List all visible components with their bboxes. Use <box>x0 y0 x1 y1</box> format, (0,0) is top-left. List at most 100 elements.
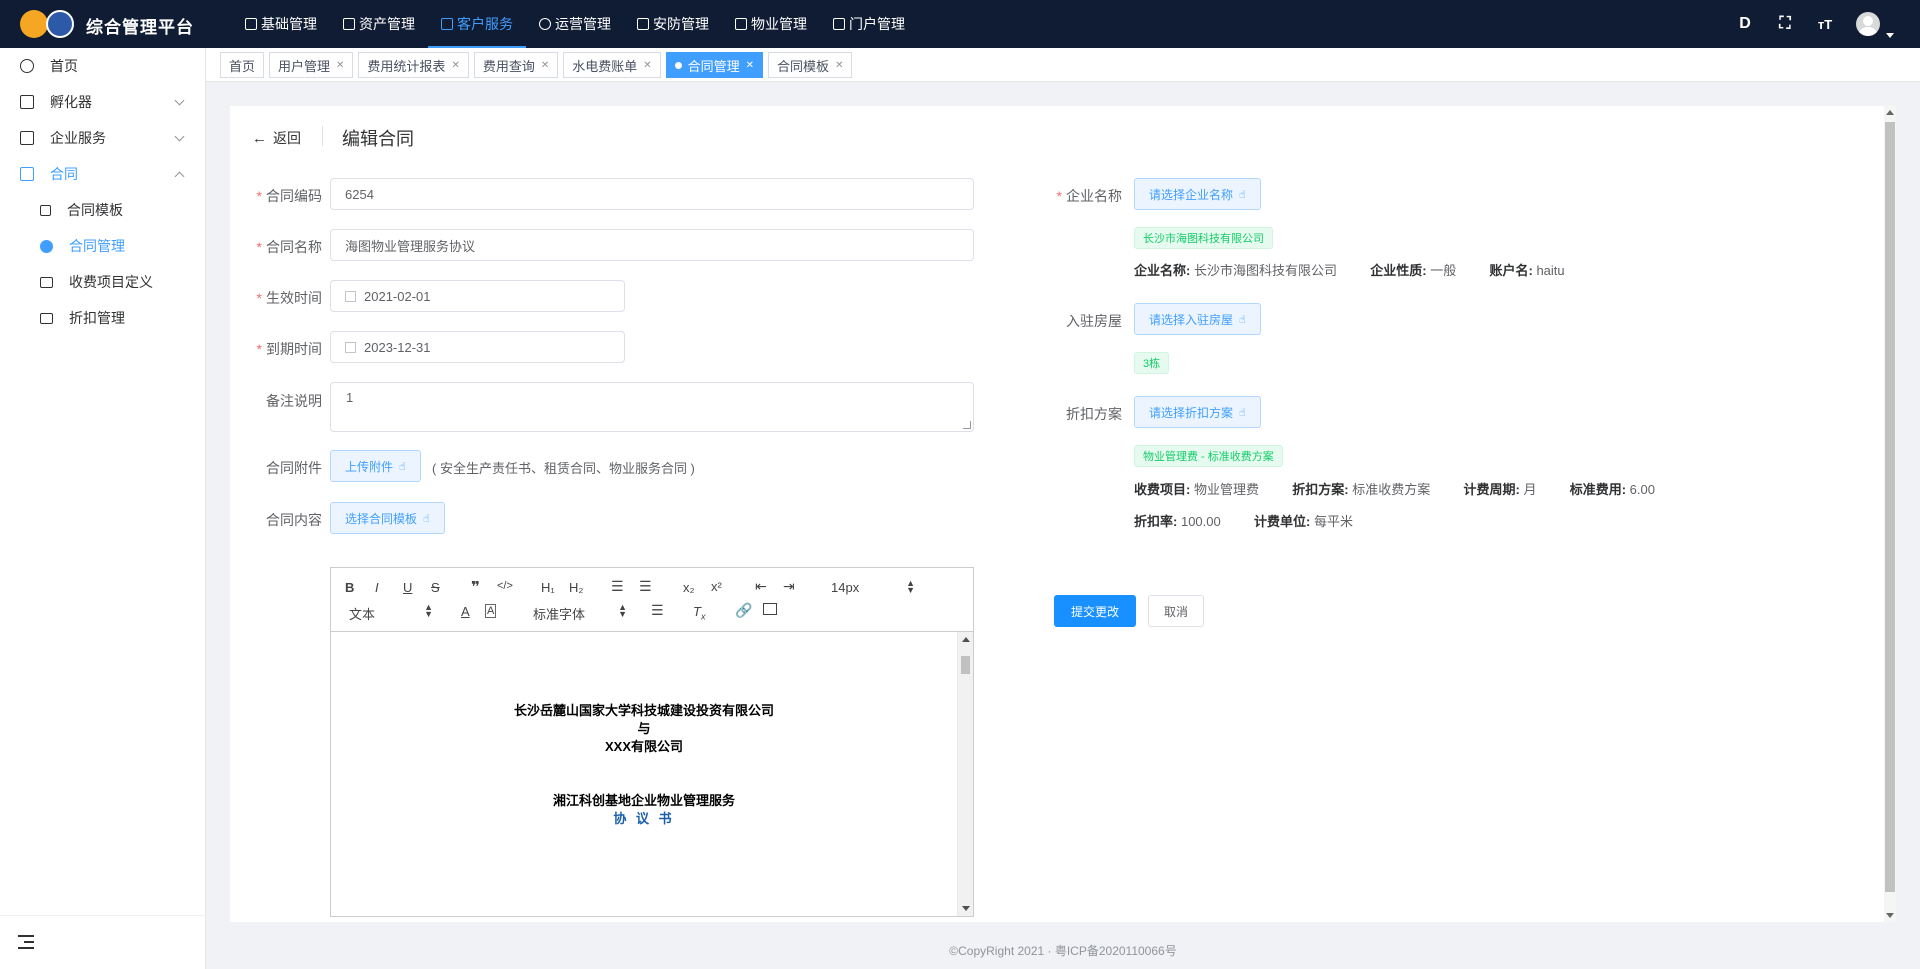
tag-user-manage[interactable]: 用户管理 ✕ <box>269 52 354 78</box>
database-icon <box>441 18 453 30</box>
close-icon[interactable]: ✕ <box>336 60 344 71</box>
editor-scrollbar[interactable] <box>957 632 973 916</box>
select-template-button[interactable]: 选择合同模板 ☝ <box>330 502 445 534</box>
arrow-left-icon: ← <box>252 129 267 147</box>
calendar-icon <box>345 341 356 353</box>
start-label: * 生效时间 <box>256 290 322 306</box>
nav-assets[interactable]: 资产管理 <box>330 0 428 48</box>
italic-icon[interactable]: I <box>375 580 379 595</box>
monitor-icon <box>40 276 53 288</box>
select-room-button[interactable]: 请选择入驻房屋 ☝ <box>1134 303 1261 335</box>
sidebar-item-fee-items[interactable]: 收费项目定义 <box>0 264 205 300</box>
nav-customer-service[interactable]: 客户服务 <box>428 0 526 48</box>
indent-icon[interactable]: ⇥ <box>783 578 795 595</box>
underline-icon[interactable]: U <box>403 580 412 595</box>
heading1-icon[interactable]: H₁ <box>541 580 555 595</box>
page-scrollbar[interactable] <box>1884 106 1896 922</box>
scroll-up-icon[interactable] <box>1886 110 1894 115</box>
contract-name-input[interactable]: 海图物业管理服务协议 <box>330 229 974 261</box>
editor-content[interactable]: 长沙岳麓山国家大学科技城建设投资有限公司 与 XXX有限公司 湘江科创基地企业物… <box>331 632 957 916</box>
bullet-list-icon[interactable]: ☰ <box>639 578 652 595</box>
scroll-thumb[interactable] <box>961 656 970 674</box>
resize-handle[interactable] <box>963 421 971 429</box>
hand-icon: ☝ <box>423 512 430 525</box>
tag-contract-template[interactable]: 合同模板 ✕ <box>768 52 853 78</box>
tag-fee-query[interactable]: 费用查询 ✕ <box>473 52 559 78</box>
close-icon[interactable]: ✕ <box>451 60 459 71</box>
close-icon[interactable]: ✕ <box>746 60 754 71</box>
sidebar-item-home[interactable]: 首页 <box>0 48 205 84</box>
tag-utility-bill[interactable]: 水电费账单 ✕ <box>563 52 661 78</box>
database-icon <box>20 95 34 109</box>
subscript-icon[interactable]: x₂ <box>683 580 695 595</box>
hand-icon: ☝ <box>1239 313 1246 326</box>
contract-code-input[interactable]: 6254 <box>330 178 974 210</box>
quote-icon[interactable]: ❞ <box>471 578 480 596</box>
doc-agreement-title: 协 议 书 <box>613 811 675 826</box>
discount-info-1: 收费项目: 物业管理费 折扣方案: 标准收费方案 计费周期: 月 标准费用: 6… <box>1134 482 1655 497</box>
select-discount-button[interactable]: 请选择折扣方案 ☝ <box>1134 396 1261 428</box>
nav-portal[interactable]: 门户管理 <box>820 0 918 48</box>
menu-fold-icon[interactable] <box>18 935 34 949</box>
link-icon[interactable]: 🔗 <box>735 602 752 619</box>
outdent-icon[interactable]: ⇤ <box>755 578 767 595</box>
top-nav: 基础管理 资产管理 客户服务 运营管理 安防管理 物业管理 门户管理 <box>232 0 918 48</box>
scroll-up-icon[interactable] <box>962 637 970 642</box>
top-header: 综合管理平台 基础管理 资产管理 客户服务 运营管理 安防管理 物业管理 门户管… <box>0 0 1920 48</box>
font-size-icon[interactable]: ᴛT <box>1816 17 1834 32</box>
active-dot <box>674 61 682 69</box>
select-company-button[interactable]: 请选择企业名称 ☝ <box>1134 178 1261 210</box>
code-icon[interactable]: </> <box>497 580 513 592</box>
logo <box>20 10 74 38</box>
bold-icon[interactable]: B <box>345 580 354 595</box>
back-button[interactable]: ← 返回 <box>252 128 301 148</box>
tag-fee-report[interactable]: 费用统计报表 ✕ <box>358 52 469 78</box>
align-icon[interactable]: ☰ <box>651 602 664 619</box>
nav-basic[interactable]: 基础管理 <box>232 0 330 48</box>
end-date-picker[interactable]: 2023-12-31 <box>330 331 625 363</box>
sidebar-item-contract[interactable]: 合同 <box>0 156 205 192</box>
image-icon[interactable] <box>763 603 777 615</box>
operations-icon <box>539 18 551 30</box>
sidebar-item-discount[interactable]: 折扣管理 <box>0 300 205 336</box>
remark-textarea[interactable]: 1 <box>330 382 974 432</box>
fullscreen-icon[interactable]: ⛶ <box>1776 15 1794 33</box>
footer-copyright: ©CopyRight 2021 · 粤ICP备2020110066号 <box>949 944 1177 958</box>
tag-home[interactable]: 首页 <box>220 52 265 78</box>
tag-contract-manage[interactable]: 合同管理 ✕ <box>665 52 764 78</box>
superscript-icon[interactable]: x² <box>711 579 722 594</box>
avatar[interactable] <box>1856 12 1880 36</box>
close-icon[interactable]: ✕ <box>643 60 651 71</box>
nav-security[interactable]: 安防管理 <box>624 0 722 48</box>
sidebar-item-incubator[interactable]: 孵化器 <box>0 84 205 120</box>
sidebar-item-enterprise[interactable]: 企业服务 <box>0 120 205 156</box>
sidebar-item-contract-template[interactable]: 合同模板 <box>0 192 205 228</box>
edit-contract-panel: ← 返回 编辑合同 * 合同编码 6254 * 合同名称 海图物业管理服务协议 * 生… <box>230 106 1896 922</box>
cancel-button[interactable]: 取消 <box>1148 595 1205 627</box>
strikethrough-icon[interactable]: S <box>431 580 440 595</box>
nav-property[interactable]: 物业管理 <box>722 0 820 48</box>
sidebar: 首页 孵化器 企业服务 合同 合同模板 合同管理 收费项目定义 折扣管理 <box>0 48 206 969</box>
clear-format-icon[interactable]: Tx <box>693 604 705 622</box>
font-size-select[interactable]: 14px ▲ ▼ <box>831 579 915 596</box>
doc-icon[interactable]: D <box>1736 15 1754 33</box>
submit-button[interactable]: 提交更改 <box>1054 595 1137 627</box>
block-type-select[interactable]: 文本 ▲ ▼ <box>349 603 433 623</box>
nav-operations[interactable]: 运营管理 <box>526 0 624 48</box>
scroll-down-icon[interactable] <box>962 906 970 911</box>
start-date-picker[interactable]: 2021-02-01 <box>330 280 625 312</box>
sidebar-item-contract-manage[interactable]: 合同管理 <box>0 228 205 264</box>
background-color-icon[interactable]: A <box>485 604 497 618</box>
heading2-icon[interactable]: H₂ <box>569 580 583 595</box>
printer-icon <box>40 312 53 324</box>
close-icon[interactable]: ✕ <box>541 60 549 71</box>
font-family-select[interactable]: 标准字体 ▲ ▼ <box>533 603 627 623</box>
scroll-down-icon[interactable] <box>1886 913 1894 918</box>
close-icon[interactable]: ✕ <box>835 60 843 71</box>
font-color-icon[interactable]: A <box>461 604 470 619</box>
chevron-down-icon[interactable] <box>1886 33 1894 38</box>
scroll-thumb[interactable] <box>1885 122 1895 892</box>
upload-attachment-button[interactable]: 上传附件 ☝ <box>330 450 421 482</box>
ordered-list-icon[interactable]: ☰ <box>611 578 624 595</box>
network-icon <box>833 18 845 30</box>
